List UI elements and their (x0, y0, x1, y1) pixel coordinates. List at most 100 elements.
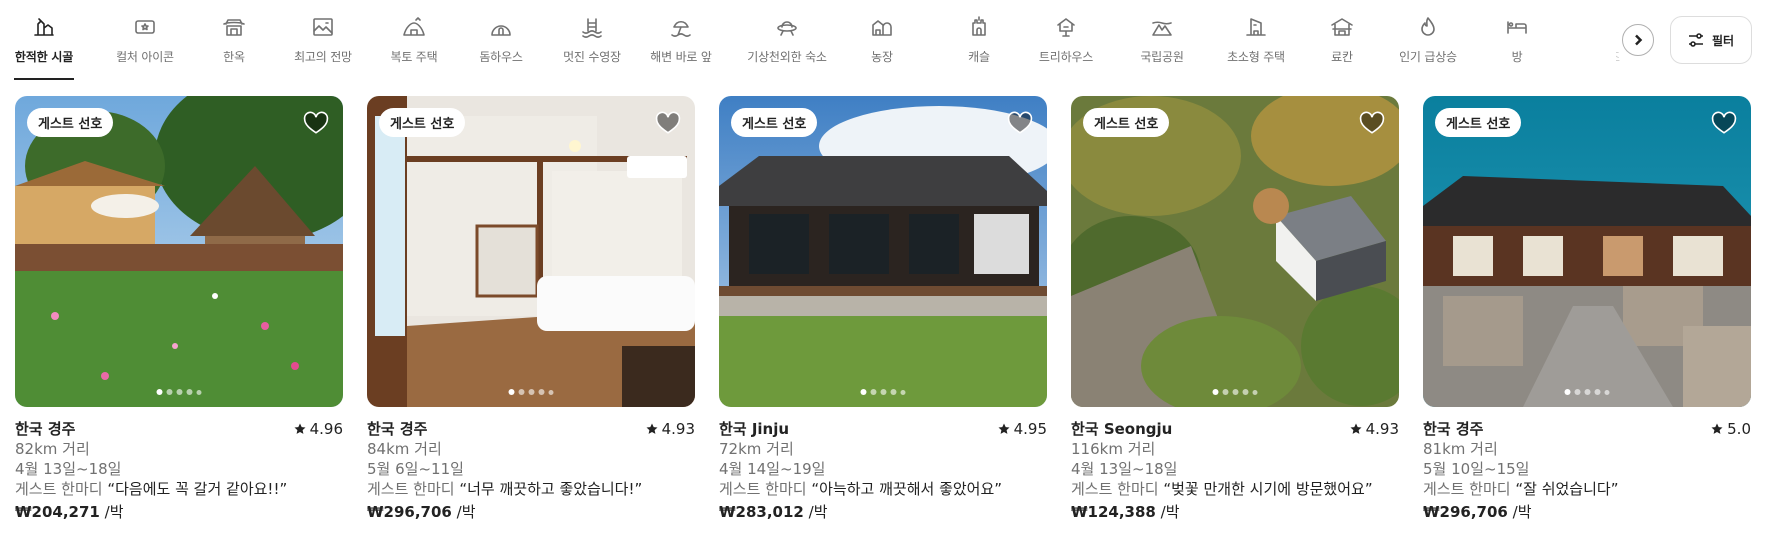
beachfront-icon (668, 14, 694, 40)
category-next-button[interactable] (1622, 24, 1654, 56)
category-hanok[interactable]: 한옥 (212, 14, 256, 82)
listing-dates: 5월 6일~11일 (367, 460, 464, 478)
listing-info: 한국 경주 4.96 82km 거리 4월 13일~18일 게스트 한마디 “다… (15, 419, 343, 522)
national-park-icon (1149, 14, 1175, 40)
category-beachfront[interactable]: 해변 바로 앞 (650, 14, 712, 82)
category-national-parks[interactable]: 국립공원 (1134, 14, 1190, 82)
listing-location: 한국 Seongju (1071, 420, 1173, 438)
view-frame-icon (310, 14, 336, 40)
listing-price: ₩124,388 /박 (1071, 503, 1180, 521)
guest-favorite-badge: 게스트 선호 (1083, 108, 1170, 137)
listing-location: 한국 경주 (15, 420, 76, 438)
listing-dates: 4월 13일~18일 (1071, 460, 1178, 478)
listing-photo[interactable]: 게스트 선호 (1423, 96, 1751, 407)
listing-photo[interactable]: 게스트 선호 (1071, 96, 1399, 407)
photo-carousel-dots[interactable] (1564, 389, 1610, 395)
category-scroll-fade (1560, 0, 1616, 82)
listing-rating: 4.93 (646, 419, 695, 439)
listing-dates: 4월 14일~19일 (719, 460, 826, 478)
listing-card[interactable]: 게스트 선호 한국 경주 4.96 82km 거리 4월 13일~18일 게스트… (15, 96, 343, 522)
listing-rating: 4.96 (294, 419, 343, 439)
category-trending[interactable]: 인기 급상승 (1398, 14, 1458, 82)
listing-distance: 81km 거리 (1423, 440, 1498, 458)
listing-location: 한국 경주 (1423, 420, 1484, 438)
category-omg[interactable]: 기상천외한 숙소 (745, 14, 829, 82)
listing-photo-image (719, 96, 1047, 407)
listing-photo-image (1423, 96, 1751, 407)
listing-photo[interactable]: 게스트 선호 (719, 96, 1047, 407)
listing-rating: 4.95 (998, 419, 1047, 439)
photo-carousel-dots[interactable] (156, 389, 202, 395)
listing-card[interactable]: 게스트 선호 한국 경주 5.0 81km 거리 5월 10일~15일 게스트 … (1423, 96, 1751, 522)
listing-guest-quote: 게스트 한마디 “다음에도 꼭 갈거 같아요!!” (15, 480, 288, 498)
wishlist-heart-button[interactable] (655, 110, 681, 136)
listing-guest-quote: 게스트 한마디 “잘 쉬었습니다” (1423, 480, 1619, 498)
listing-guest-quote: 게스트 한마디 “아늑하고 깨끗해서 좋았어요” (719, 480, 1003, 498)
category-tiny-homes[interactable]: 초소형 주택 (1220, 14, 1292, 82)
guest-favorite-badge: 게스트 선호 (731, 108, 818, 137)
farm-icon (869, 14, 895, 40)
room-bed-icon (1504, 14, 1530, 40)
listing-info: 한국 Jinju 4.95 72km 거리 4월 14일~19일 게스트 한마디… (719, 419, 1047, 522)
wishlist-heart-button[interactable] (303, 110, 329, 136)
category-farms[interactable]: 농장 (866, 14, 898, 82)
listing-photo-image (15, 96, 343, 407)
wishlist-heart-button[interactable] (1359, 110, 1385, 136)
listing-dates: 4월 13일~18일 (15, 460, 122, 478)
listing-distance: 116km 거리 (1071, 440, 1156, 458)
listing-info: 한국 Seongju 4.93 116km 거리 4월 13일~18일 게스트 … (1071, 419, 1399, 522)
star-icon (1711, 423, 1723, 434)
category-rooms[interactable]: 방 (1504, 14, 1530, 82)
listing-card[interactable]: 게스트 선호 한국 Seongju 4.93 116km 거리 4월 13일~1… (1071, 96, 1399, 522)
heart-icon (1711, 111, 1737, 134)
wishlist-heart-button[interactable] (1711, 110, 1737, 136)
heart-icon (1359, 111, 1385, 134)
listing-photo[interactable]: 게스트 선호 (367, 96, 695, 407)
castle-icon (966, 14, 992, 40)
earth-house-icon (401, 14, 427, 40)
listing-rating: 5.0 (1711, 419, 1751, 439)
category-countryside[interactable]: 한적한 시골 (14, 14, 74, 82)
category-bar: 한적한 시골 컬처 아이콘 한옥 최고의 전망 복토 주택 돔하우스 멋진 수영… (0, 0, 1778, 82)
category-top-views[interactable]: 최고의 전망 (292, 14, 354, 82)
listing-distance: 84km 거리 (367, 440, 442, 458)
category-treehouses[interactable]: 트리하우스 (1032, 14, 1100, 82)
hanok-icon (221, 14, 247, 40)
treehouse-icon (1053, 14, 1079, 40)
sliders-icon (1688, 33, 1703, 47)
category-culture-icons[interactable]: 컬처 아이콘 (112, 14, 178, 82)
listing-location: 한국 Jinju (719, 420, 790, 438)
category-earth-homes[interactable]: 복토 주택 (388, 14, 440, 82)
countryside-icon (31, 14, 57, 40)
guest-favorite-badge: 게스트 선호 (1435, 108, 1522, 137)
dome-icon (488, 14, 514, 40)
listing-rating: 4.93 (1350, 419, 1399, 439)
category-domes[interactable]: 돔하우스 (477, 14, 525, 82)
photo-carousel-dots[interactable] (860, 389, 906, 395)
listing-photo-image (1071, 96, 1399, 407)
guest-favorite-badge: 게스트 선호 (27, 108, 114, 137)
listing-location: 한국 경주 (367, 420, 428, 438)
category-ryokans[interactable]: 료칸 (1326, 14, 1358, 82)
star-icon (998, 423, 1010, 434)
listing-info: 한국 경주 4.93 84km 거리 5월 6일~11일 게스트 한마디 “너무… (367, 419, 695, 522)
ufo-icon (774, 14, 800, 40)
category-amazing-pools[interactable]: 멋진 수영장 (561, 14, 623, 82)
listing-photo[interactable]: 게스트 선호 (15, 96, 343, 407)
guest-favorite-badge: 게스트 선호 (379, 108, 466, 137)
listing-card[interactable]: 게스트 선호 한국 Jinju 4.95 72km 거리 4월 14일~19일 … (719, 96, 1047, 522)
star-icon (1350, 423, 1362, 434)
filter-label: 필터 (1711, 33, 1735, 48)
listing-price: ₩296,706 /박 (367, 503, 476, 521)
filter-button[interactable]: 필터 (1670, 16, 1752, 64)
tiny-home-icon (1243, 14, 1269, 40)
listing-price: ₩204,271 /박 (15, 503, 124, 521)
category-castles[interactable]: 캐슬 (963, 14, 995, 82)
chevron-right-icon (1635, 34, 1643, 46)
photo-carousel-dots[interactable] (508, 389, 554, 395)
star-icon (646, 423, 658, 434)
listing-card[interactable]: 게스트 선호 한국 경주 4.93 84km 거리 5월 6일~11일 게스트 … (367, 96, 695, 522)
listing-distance: 82km 거리 (15, 440, 90, 458)
wishlist-heart-button[interactable] (1007, 110, 1033, 136)
photo-carousel-dots[interactable] (1212, 389, 1258, 395)
